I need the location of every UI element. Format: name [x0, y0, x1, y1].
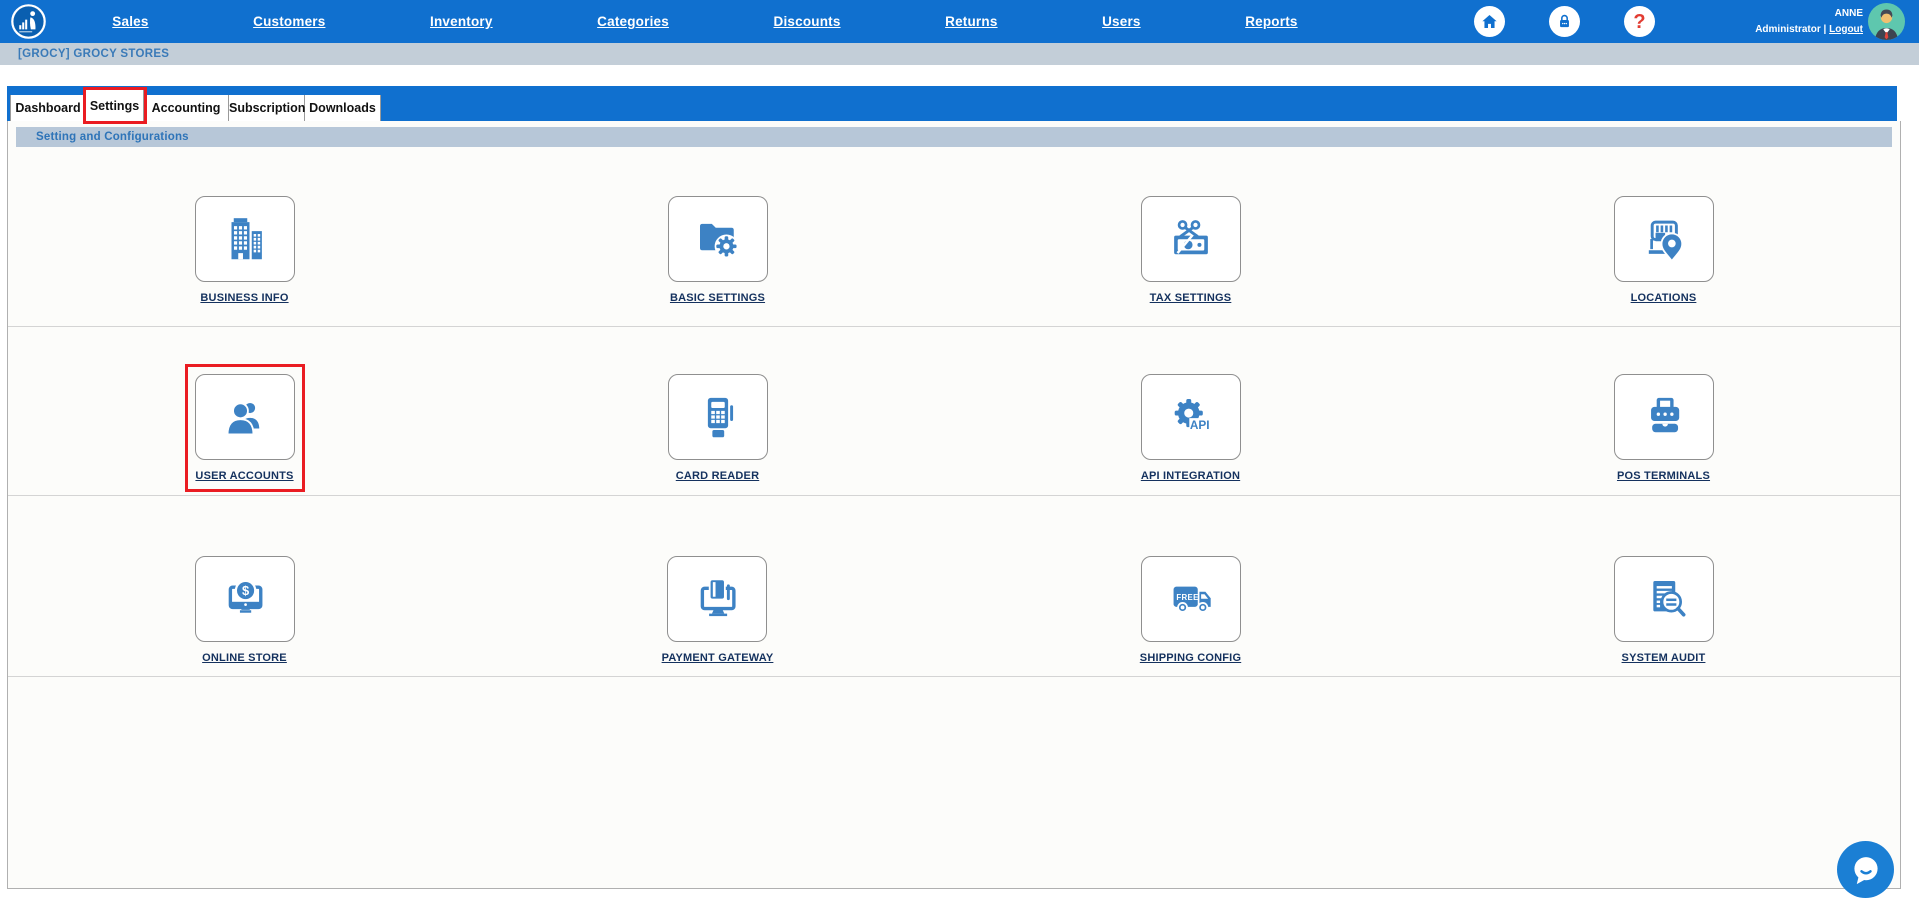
separator: |: [1824, 24, 1827, 35]
tile-card[interactable]: [1141, 196, 1241, 282]
tile-card[interactable]: [195, 374, 295, 460]
menu-item-customers[interactable]: Customers: [253, 14, 325, 29]
monitor-dollar-icon: $: [218, 572, 272, 626]
settings-tile-shipping-config[interactable]: FREE SHIPPING CONFIG: [1130, 546, 1251, 674]
settings-row-3: $ ONLINE STORE PAYMENT GATEWAY: [8, 496, 1900, 677]
card-reader-icon: [691, 390, 745, 444]
settings-tile-user-accounts[interactable]: USER ACCOUNTS: [185, 364, 305, 492]
tile-label[interactable]: ONLINE STORE: [202, 652, 287, 664]
truck-icon: FREE: [1164, 572, 1218, 626]
settings-tile-payment-gateway[interactable]: PAYMENT GATEWAY: [652, 546, 784, 674]
monitor-card-icon: [690, 572, 744, 626]
home-button[interactable]: [1474, 6, 1505, 37]
menu-item-returns[interactable]: Returns: [945, 14, 997, 29]
settings-tile-tax-settings[interactable]: TAX SETTINGS: [1131, 186, 1251, 314]
avatar-icon: [1868, 3, 1905, 40]
settings-tile-business-info[interactable]: BUSINESS INFO: [185, 186, 305, 314]
chat-button[interactable]: [1837, 841, 1894, 898]
lock-icon: [1555, 12, 1574, 31]
tab-dashboard[interactable]: Dashboard: [10, 95, 86, 121]
logout-link[interactable]: Logout: [1829, 24, 1863, 35]
menu-item-sales[interactable]: Sales: [112, 14, 148, 29]
user-role: Administrator: [1755, 24, 1821, 35]
tile-card[interactable]: [668, 196, 768, 282]
help-button[interactable]: ?: [1624, 6, 1655, 37]
tile-card[interactable]: $: [195, 556, 295, 642]
settings-row-1: BUSINESS INFO: [8, 147, 1900, 327]
settings-tile-api-integration[interactable]: API API INTEGRATION: [1131, 364, 1251, 492]
users-icon: [218, 390, 272, 444]
help-icon: ?: [1633, 12, 1645, 32]
section-title: Setting and Configurations: [36, 131, 189, 143]
main-menu: Sales Customers Inventory Categories Dis…: [60, 0, 1350, 43]
tile-label[interactable]: TAX SETTINGS: [1150, 292, 1232, 304]
store-pin-icon: [1637, 212, 1691, 266]
tab-subscription[interactable]: Subscription: [229, 95, 305, 121]
settings-tile-online-store[interactable]: $ ONLINE STORE: [185, 546, 305, 674]
tile-label[interactable]: SHIPPING CONFIG: [1140, 652, 1241, 664]
menu-item-users[interactable]: Users: [1102, 14, 1141, 29]
store-logo[interactable]: [10, 3, 47, 40]
menu-item-categories[interactable]: Categories: [597, 14, 669, 29]
user-avatar[interactable]: [1868, 3, 1905, 40]
tile-label[interactable]: CARD READER: [676, 470, 759, 482]
nav-icon-buttons: ?: [1474, 6, 1655, 37]
buildings-icon: [218, 212, 272, 266]
tab-downloads[interactable]: Downloads: [305, 95, 381, 121]
tile-card[interactable]: [1614, 374, 1714, 460]
breadcrumb-label: [GROCY] GROCY STORES: [18, 48, 169, 60]
folder-gear-icon: [691, 212, 745, 266]
tile-label[interactable]: POS TERMINALS: [1617, 470, 1710, 482]
tile-label[interactable]: USER ACCOUNTS: [195, 470, 293, 482]
breadcrumb: [GROCY] GROCY STORES: [0, 43, 1919, 65]
cash-register-icon: [1637, 390, 1691, 444]
svg-text:API: API: [1189, 418, 1209, 432]
gear-api-icon: API: [1164, 390, 1218, 444]
settings-tile-card-reader[interactable]: CARD READER: [658, 364, 778, 492]
tile-label[interactable]: PAYMENT GATEWAY: [662, 652, 774, 664]
tile-card[interactable]: [1614, 556, 1714, 642]
menu-item-reports[interactable]: Reports: [1245, 14, 1297, 29]
tile-card[interactable]: [1614, 196, 1714, 282]
user-name: ANNE: [1755, 6, 1863, 22]
settings-tile-system-audit[interactable]: SYSTEM AUDIT: [1604, 546, 1724, 674]
settings-tile-pos-terminals[interactable]: POS TERMINALS: [1604, 364, 1724, 492]
tile-label[interactable]: API INTEGRATION: [1141, 470, 1240, 482]
tab-bar: Dashboard Settings Accounting Subscripti…: [7, 86, 1897, 121]
user-info: ANNE Administrator | Logout: [1755, 6, 1863, 37]
tile-label[interactable]: SYSTEM AUDIT: [1622, 652, 1706, 664]
tile-label[interactable]: LOCATIONS: [1631, 292, 1697, 304]
tab-accounting[interactable]: Accounting: [144, 95, 229, 121]
tile-card[interactable]: [667, 556, 767, 642]
svg-text:$: $: [241, 583, 248, 598]
tile-card[interactable]: FREE: [1141, 556, 1241, 642]
svg-text:FREE: FREE: [1176, 593, 1198, 602]
lock-button[interactable]: [1549, 6, 1580, 37]
tile-label[interactable]: BASIC SETTINGS: [670, 292, 765, 304]
document-magnifier-icon: [1637, 572, 1691, 626]
settings-tile-basic-settings[interactable]: BASIC SETTINGS: [658, 186, 778, 314]
money-scissors-icon: [1164, 212, 1218, 266]
settings-row-2: USER ACCOUNTS CARD READER: [8, 327, 1900, 496]
tile-card[interactable]: [195, 196, 295, 282]
tile-label[interactable]: BUSINESS INFO: [200, 292, 288, 304]
menu-item-inventory[interactable]: Inventory: [430, 14, 493, 29]
settings-tile-locations[interactable]: LOCATIONS: [1604, 186, 1724, 314]
tile-card[interactable]: [668, 374, 768, 460]
tab-settings[interactable]: Settings: [86, 90, 144, 121]
tile-card[interactable]: API: [1141, 374, 1241, 460]
menu-item-discounts[interactable]: Discounts: [774, 14, 841, 29]
home-icon: [1480, 12, 1499, 31]
settings-panel: Setting and Configurations BUSINESS INFO: [7, 121, 1901, 889]
section-header: Setting and Configurations: [16, 127, 1892, 147]
top-navbar: Sales Customers Inventory Categories Dis…: [0, 0, 1919, 43]
chat-bubble-icon: [1848, 852, 1884, 888]
